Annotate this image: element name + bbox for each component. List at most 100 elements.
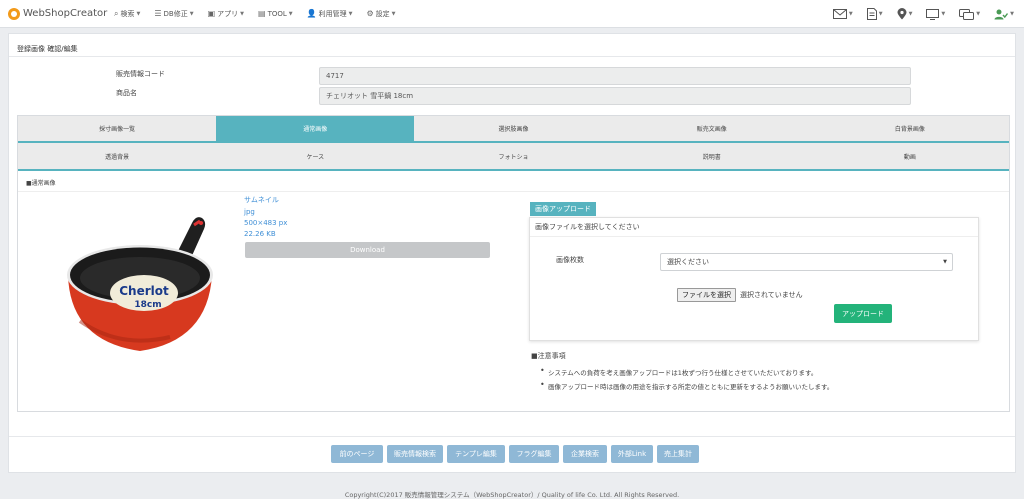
- image-tabs-container: 採寸画像一覧 通常画像 選択肢画像 販売文画像 白背景画像 透過背景 ケース フ…: [17, 115, 1010, 412]
- chevron-down-icon: ▼: [976, 11, 981, 17]
- chat-menu[interactable]: ▼: [959, 8, 981, 20]
- chevron-down-icon: ▼: [941, 11, 946, 17]
- divider: [530, 236, 978, 237]
- sales-code-label: 販売情報コード: [116, 70, 165, 78]
- chevron-down-icon: ▼: [943, 259, 947, 265]
- chevron-down-icon: ▼: [878, 11, 883, 17]
- flag-edit-button[interactable]: フラグ編集: [509, 445, 559, 463]
- user-check-icon: [994, 9, 1009, 19]
- copyright: Copyright(C)2017 販売情報管理システム（WebShopCreat…: [344, 491, 680, 499]
- main-panel: 登録画像 確認/編集 販売情報コード 4717 商品名 チェリオット 雪平鍋 1…: [8, 33, 1016, 473]
- chevron-down-icon: ▼: [848, 11, 853, 17]
- chevron-down-icon: ▼: [288, 10, 293, 17]
- tab-case[interactable]: ケース: [216, 143, 414, 169]
- download-button[interactable]: Download: [245, 242, 490, 258]
- sales-summary-button[interactable]: 売上集計: [657, 445, 699, 463]
- mail-menu[interactable]: ▼: [832, 9, 853, 19]
- chevron-down-icon: ▼: [240, 10, 244, 17]
- tab-video[interactable]: 動画: [811, 143, 1009, 169]
- tab-row-2: 透過背景 ケース フォトショ 説明書 動画: [18, 143, 1009, 171]
- document-icon: [866, 8, 877, 20]
- chevron-down-icon: ▼: [348, 10, 353, 17]
- app-icon: ▣: [207, 9, 216, 18]
- tab-measurement-images[interactable]: 採寸画像一覧: [18, 116, 216, 141]
- product-image[interactable]: Cherlot 18cm: [60, 201, 230, 361]
- footer-button-row: 前のページ 販売情報検索 テンプレ編集 フラグ編集 企業検索 外部Link 売上…: [331, 445, 703, 463]
- upload-button[interactable]: アップロード: [834, 304, 892, 323]
- nav-settings[interactable]: ⚙ 設定 ▼: [366, 0, 395, 28]
- tab-white-bg-images[interactable]: 白背景画像: [811, 116, 1009, 141]
- list-item: システムへの負荷を考え画像アップロードは1枚ずつ行う仕様とさせていただいておりま…: [538, 366, 833, 377]
- image-format: jpg: [244, 208, 255, 216]
- users-icon: 👤: [306, 9, 317, 18]
- section-label: ■通常画像: [26, 180, 56, 187]
- mail-icon: [832, 9, 847, 19]
- header-actions: ▼ ▼ ▼ ▼ ▼ ▼: [819, 0, 1014, 28]
- nav-search-label: 検索: [120, 9, 135, 18]
- sales-code-field: 4717: [319, 67, 911, 85]
- monitor-menu[interactable]: ▼: [926, 8, 946, 20]
- upload-box: 画像ファイルを選択してください 画像枚数 選択ください ▼ ファイルを選択 選択…: [529, 217, 979, 341]
- svg-text:Cherlot: Cherlot: [119, 284, 169, 298]
- external-link-button[interactable]: 外部Link: [611, 445, 653, 463]
- brand[interactable]: WebShopCreator: [8, 7, 114, 20]
- template-edit-button[interactable]: テンプレ編集: [447, 445, 505, 463]
- choose-file-button[interactable]: ファイルを選択: [677, 288, 736, 302]
- divider: [9, 436, 1015, 437]
- tab-transparent-bg[interactable]: 透過背景: [18, 143, 216, 169]
- divider: [9, 56, 1015, 57]
- nav-tool[interactable]: ▤ TOOL ▼: [258, 0, 293, 28]
- product-name-field: チェリオット 雪平鍋 18cm: [319, 87, 911, 105]
- pin-icon: [897, 8, 907, 20]
- tab-sales-text-images[interactable]: 販売文画像: [613, 116, 811, 141]
- list-item: 画像アップロード時は画像の用途を指示する所定の値とともに更新をするようお願いいた…: [538, 380, 833, 391]
- prev-page-button[interactable]: 前のページ: [331, 445, 383, 463]
- tab-manual[interactable]: 説明書: [613, 143, 811, 169]
- upload-prompt: 画像ファイルを選択してください: [535, 223, 640, 231]
- document-menu[interactable]: ▼: [866, 8, 883, 20]
- tab-option-images[interactable]: 選択肢画像: [414, 116, 612, 141]
- list-icon: ☰: [154, 9, 162, 18]
- nav-app[interactable]: ▣ アプリ ▼: [208, 0, 244, 28]
- nav-usage[interactable]: 👤 利用管理 ▼: [307, 0, 353, 28]
- tab-normal-images[interactable]: 通常画像: [216, 116, 415, 141]
- svg-text:18cm: 18cm: [134, 300, 161, 310]
- chevron-down-icon: ▼: [391, 10, 396, 17]
- nav-db-edit-label: DB修正: [163, 9, 188, 18]
- search-icon: ⌕: [114, 8, 119, 18]
- tab-photoshop[interactable]: フォトショ: [414, 143, 612, 169]
- chevron-down-icon: ▼: [1010, 11, 1014, 17]
- thumbnail-link[interactable]: サムネイル: [244, 195, 279, 205]
- nav-usage-label: 利用管理: [318, 9, 347, 18]
- nav-tool-label: TOOL: [267, 9, 287, 18]
- nav-db-edit[interactable]: ☰ DB修正 ▼: [154, 0, 193, 28]
- brand-title: WebShopCreator: [23, 8, 108, 19]
- company-search-button[interactable]: 企業検索: [563, 445, 607, 463]
- image-size: 22.26 KB: [244, 230, 276, 238]
- nav-app-label: アプリ: [217, 9, 239, 18]
- nav-settings-label: 設定: [375, 9, 390, 18]
- gear-icon: ⚙: [366, 9, 374, 18]
- top-navbar: WebShopCreator ⌕ 検索 ▼ ☰ DB修正 ▼ ▣ アプリ ▼ ▤…: [0, 0, 1024, 28]
- image-dimensions: 500×483 px: [244, 219, 288, 227]
- sales-info-search-button[interactable]: 販売情報検索: [387, 445, 443, 463]
- image-count-label: 画像枚数: [556, 256, 584, 264]
- image-count-select[interactable]: 選択ください ▼: [660, 253, 953, 271]
- tool-icon: ▤: [258, 9, 266, 18]
- location-menu[interactable]: ▼: [897, 8, 913, 20]
- notes-title: ■注意事項: [531, 352, 566, 360]
- chevron-down-icon: ▼: [908, 11, 913, 17]
- chat-icon: [959, 8, 975, 20]
- page-title: 登録画像 確認/編集: [17, 45, 78, 53]
- chevron-down-icon: ▼: [189, 10, 194, 17]
- product-name-label: 商品名: [116, 89, 137, 97]
- user-menu[interactable]: ▼: [994, 9, 1014, 20]
- file-status: 選択されていません: [740, 291, 803, 299]
- divider: [18, 191, 1009, 192]
- logo-icon: [8, 7, 20, 20]
- tab-row-1: 採寸画像一覧 通常画像 選択肢画像 販売文画像 白背景画像: [18, 116, 1009, 143]
- monitor-icon: [926, 8, 940, 20]
- upload-tag: 画像アップロード: [530, 202, 596, 216]
- nav-search[interactable]: ⌕ 検索 ▼: [114, 0, 140, 28]
- chevron-down-icon: ▼: [136, 10, 141, 17]
